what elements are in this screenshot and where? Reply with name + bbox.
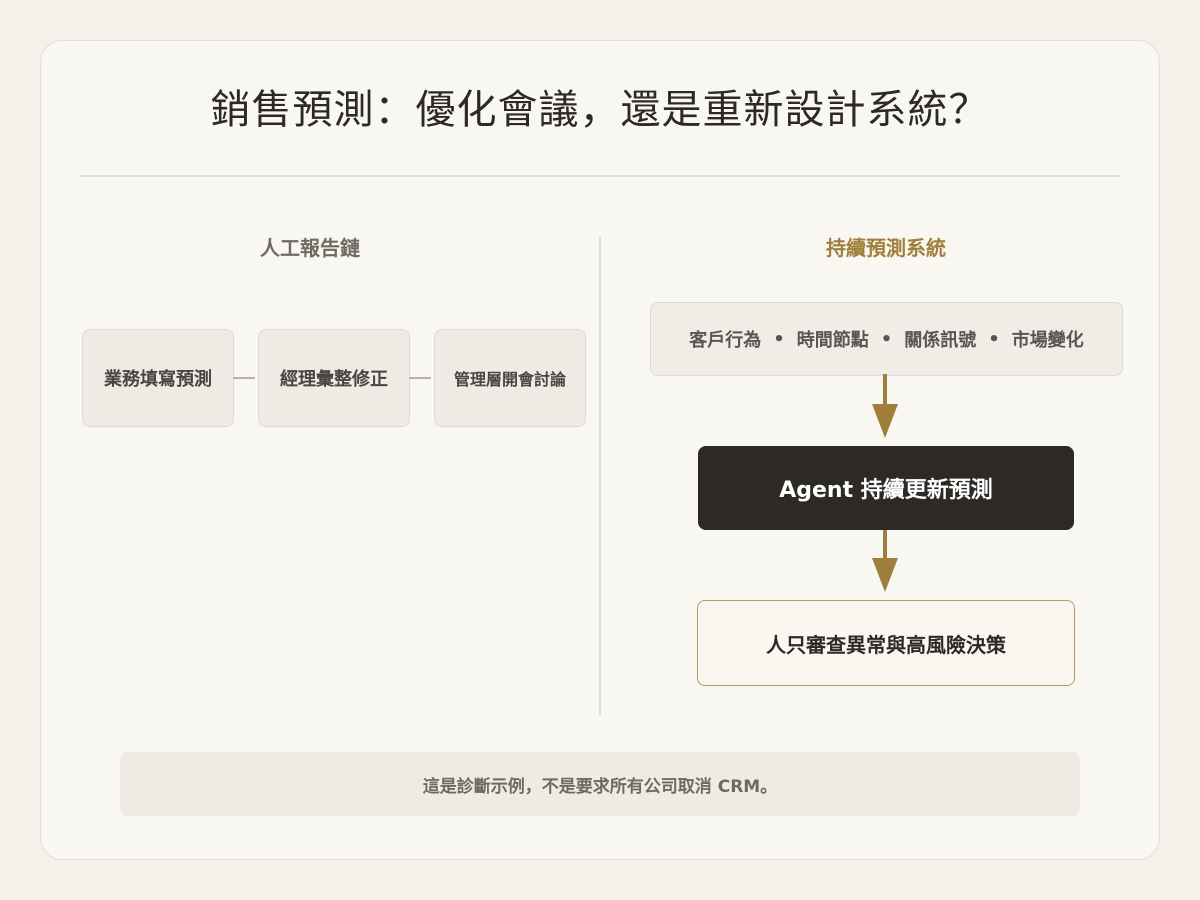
human-label: 人只審查異常與高風險決策	[766, 632, 1006, 657]
title-divider	[80, 175, 1120, 177]
arrow-down-icon	[872, 530, 898, 592]
step-connector	[233, 377, 255, 379]
step-manager-adjust: 經理彙整修正	[258, 329, 410, 427]
column-divider	[599, 236, 601, 716]
step-management-meeting: 管理層開會討論	[434, 329, 586, 427]
human-review-box: 人只審查異常與高風險決策	[697, 600, 1075, 686]
step-label: 經理彙整修正	[280, 369, 388, 390]
step-connector	[409, 377, 431, 379]
arrow-down-icon	[872, 374, 898, 438]
left-column-heading: 人工報告鏈	[260, 236, 360, 260]
page-title: 銷售預測：優化會議，還是重新設計系統？	[210, 87, 990, 133]
signal-separator: •	[880, 328, 893, 350]
signal-customer-behavior: 客戶行為	[689, 330, 762, 351]
agent-update-box: Agent 持續更新預測	[698, 446, 1074, 530]
agent-label: Agent 持續更新預測	[779, 478, 993, 503]
step-label: 業務填寫預測	[104, 369, 212, 390]
footnote: 這是診斷示例，不是要求所有公司取消 CRM。	[120, 752, 1080, 816]
step-sales-forecast: 業務填寫預測	[82, 329, 234, 427]
signal-timing: 時間節點	[796, 330, 869, 351]
step-label: 管理層開會討論	[453, 370, 566, 389]
footnote-text: 這是診斷示例，不是要求所有公司取消 CRM。	[422, 776, 778, 797]
signals-box: 客戶行為 • 時間節點 • 關係訊號 • 市場變化	[650, 302, 1123, 376]
right-column-heading: 持續預測系統	[826, 236, 946, 260]
signal-separator: •	[773, 328, 785, 350]
signal-relationship: 關係訊號	[904, 330, 977, 351]
signal-market: 市場變化	[1011, 330, 1084, 351]
signal-separator: •	[988, 328, 1000, 350]
